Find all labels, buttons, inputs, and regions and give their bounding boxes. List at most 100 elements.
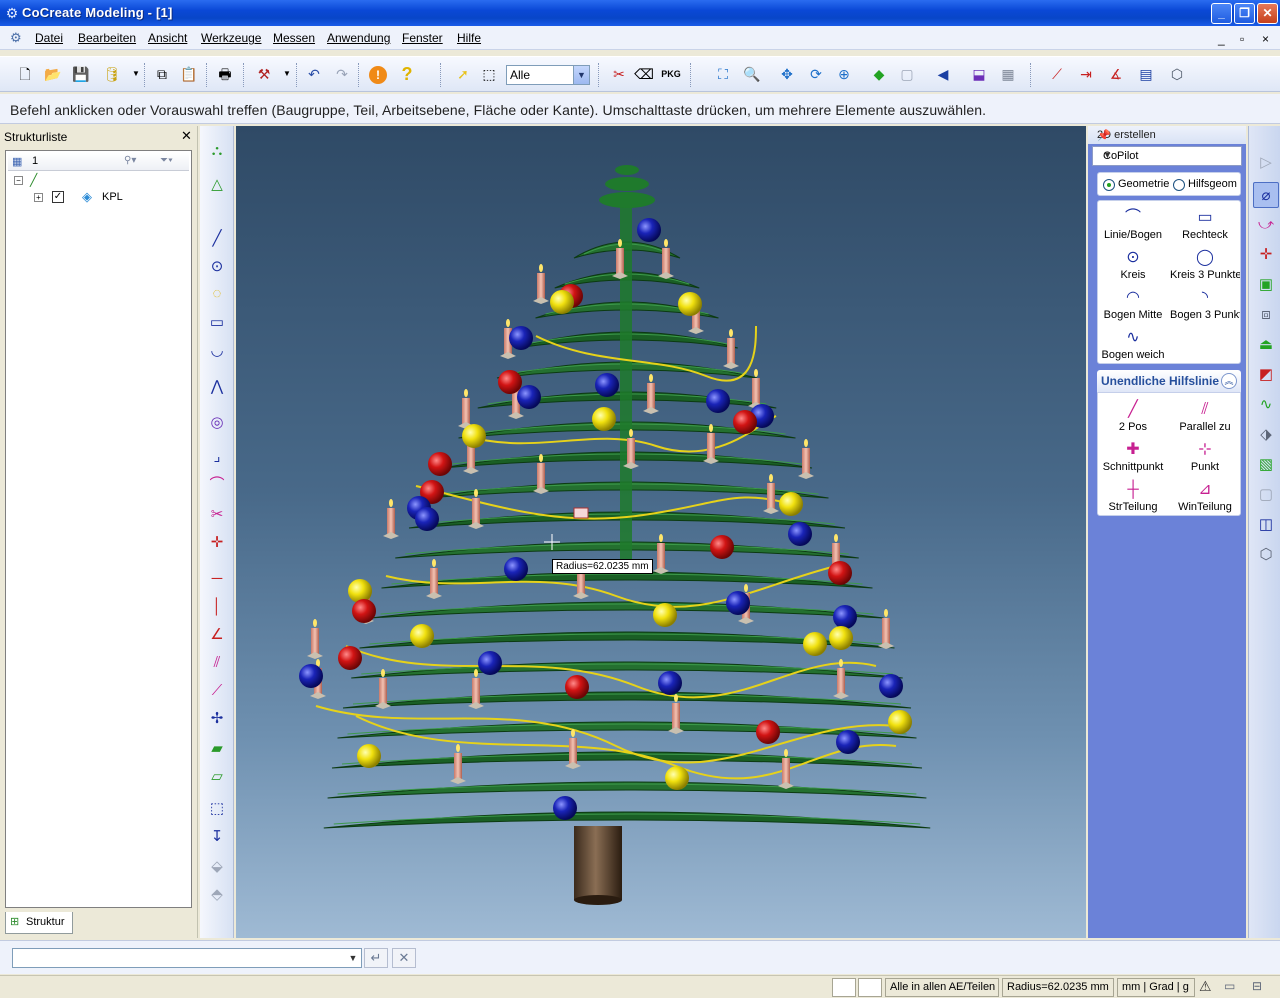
angle-construct-icon[interactable]: ∠: [204, 622, 230, 648]
status-scope[interactable]: Alle in allen AE/Teilen: [885, 978, 999, 997]
feature-icon[interactable]: ⏏: [1253, 332, 1279, 358]
visibility-checkbox[interactable]: ✓: [52, 191, 64, 203]
minimize-button[interactable]: _: [1211, 3, 1232, 24]
horizontal-construct-icon[interactable]: ─: [204, 566, 230, 592]
christmas-tree-model[interactable]: [236, 126, 1086, 938]
fillet-tool-icon[interactable]: ⌒: [204, 472, 230, 498]
mill-icon[interactable]: ▱: [204, 764, 230, 790]
tool-bogen-weich[interactable]: ∿ Bogen weich: [1098, 327, 1168, 362]
chevron-down-icon[interactable]: ▼: [345, 949, 361, 967]
point-construct-icon[interactable]: ✢: [204, 706, 230, 732]
tool-rechteck[interactable]: ▭ Rechteck: [1170, 207, 1240, 242]
line-tool-icon[interactable]: ╱: [204, 226, 230, 252]
tool-kreis-3-punkte[interactable]: ◯ Kreis 3 Punkte: [1170, 247, 1240, 282]
mdi-close-button[interactable]: ×: [1262, 32, 1269, 46]
print-icon[interactable]: 🖶: [214, 63, 236, 85]
paste-icon[interactable]: 📋: [178, 63, 200, 85]
status-units[interactable]: mm | Grad | g: [1117, 978, 1195, 997]
settings-dropdown-icon[interactable]: ▼: [276, 63, 298, 85]
collapse-chevron-icon[interactable]: ︽: [1221, 373, 1237, 389]
circle-tool-icon[interactable]: ⊙: [204, 254, 230, 280]
tool-kreis[interactable]: ⊙ Kreis: [1098, 247, 1168, 282]
filter-funnel-icon[interactable]: ⏷▾: [160, 155, 173, 166]
maximize-button[interactable]: ❐: [1234, 3, 1255, 24]
surface-icon[interactable]: ▧: [1253, 452, 1279, 478]
structure-hierarchy-icon[interactable]: ⛬: [204, 138, 230, 164]
mdi-minimize-button[interactable]: _: [1218, 32, 1225, 46]
zoom-in-icon[interactable]: ⊕: [833, 63, 855, 85]
split-tool-icon[interactable]: ✛: [204, 530, 230, 556]
2d-create-icon[interactable]: ⌀: [1253, 182, 1279, 208]
fit-view-icon[interactable]: ⛶: [712, 63, 734, 85]
warning-icon[interactable]: ⚠: [1199, 978, 1212, 995]
calculator-icon[interactable]: ▤: [1135, 63, 1157, 85]
workplane-tool-icon[interactable]: △: [204, 172, 230, 198]
save-disk-icon[interactable]: 💾: [70, 63, 92, 85]
play-icon[interactable]: ▷: [1253, 150, 1279, 176]
cancel-command-button[interactable]: ✕: [392, 948, 416, 968]
expand-node-icon[interactable]: +: [34, 193, 43, 202]
radio-geometrie[interactable]: [1103, 179, 1115, 191]
3d-viewport[interactable]: Radius=62.0235 mm: [236, 126, 1086, 938]
block-icon[interactable]: ◩: [1253, 362, 1279, 388]
corner-tool-icon[interactable]: ⌟: [204, 444, 230, 470]
2d-modify-icon[interactable]: ⤻: [1253, 212, 1279, 238]
undo-icon[interactable]: ↶: [303, 63, 325, 85]
polyline-tool-icon[interactable]: ⋀: [204, 374, 230, 400]
3d-model-icon[interactable]: ⧈: [1253, 302, 1279, 328]
document-gear-icon[interactable]: ⚙: [10, 30, 26, 46]
tangent-construct-icon[interactable]: ⟋: [204, 678, 230, 704]
close-button[interactable]: ✕: [1257, 3, 1278, 24]
assembly-icon[interactable]: ⬡: [1253, 542, 1279, 568]
hilfslinie-section-header[interactable]: Unendliche Hilfslinie ︽: [1097, 370, 1241, 392]
tool-bogen-mitte[interactable]: ◠ Bogen Mitte: [1098, 287, 1168, 322]
selection-filter-select[interactable]: Alle ▼: [506, 65, 590, 85]
zoom-window-icon[interactable]: 🔍: [741, 63, 763, 85]
find-binoculars-icon[interactable]: ⚲▾: [124, 155, 136, 166]
copilot-select[interactable]: CoPilot ▼: [1092, 146, 1242, 166]
dimension-icon[interactable]: ↧: [204, 824, 230, 850]
offset-tool-icon[interactable]: ◎: [204, 410, 230, 436]
menu-anwendung[interactable]: Anwendung: [327, 31, 390, 45]
delete-geometry-icon[interactable]: ✂: [608, 63, 630, 85]
measure-angle-icon[interactable]: ∡: [1105, 63, 1127, 85]
info-icon[interactable]: !: [367, 63, 389, 85]
tool-strteilung[interactable]: ┼ StrTeilung: [1098, 479, 1168, 514]
package-icon[interactable]: PKG: [660, 63, 682, 85]
dotted-rectangle-icon[interactable]: ⬚: [204, 796, 230, 822]
section-view-icon[interactable]: ⬓: [968, 63, 990, 85]
trim-tool-icon[interactable]: ✂: [204, 502, 230, 528]
annotation-icon[interactable]: ▢: [1253, 482, 1279, 508]
parallel-construct-icon[interactable]: ⫽: [204, 650, 230, 676]
select-box-icon[interactable]: ⬚: [478, 63, 500, 85]
menu-datei[interactable]: Datei: [35, 31, 63, 45]
menu-bearbeiten[interactable]: Bearbeiten: [78, 31, 136, 45]
shaded-view-icon[interactable]: ◆: [868, 63, 890, 85]
disabled-tool-2-icon[interactable]: ⬘: [204, 882, 230, 908]
erase-icon[interactable]: ⌫: [633, 63, 655, 85]
tool-linie-bogen[interactable]: ⌒ Linie/Bogen: [1098, 207, 1168, 242]
disabled-tool-icon[interactable]: ⬙: [204, 854, 230, 880]
tool-2-pos[interactable]: ╱ 2 Pos: [1098, 399, 1168, 434]
mdi-restore-button[interactable]: ▫: [1240, 32, 1244, 46]
tool-punkt[interactable]: ⊹ Punkt: [1170, 439, 1240, 474]
spline-icon[interactable]: ∿: [1253, 392, 1279, 418]
extrude-icon[interactable]: ▰: [204, 736, 230, 762]
radio-geometrie-label[interactable]: Geometrie: [1118, 178, 1169, 190]
sheet-metal-icon[interactable]: ⬗: [1253, 422, 1279, 448]
profile-icon[interactable]: ▣: [1253, 272, 1279, 298]
menu-hilfe[interactable]: Hilfe: [457, 31, 481, 45]
measure-line-icon[interactable]: ⇥: [1075, 63, 1097, 85]
collapse-node-icon[interactable]: −: [14, 176, 23, 185]
radio-hilfsgeom-label[interactable]: Hilfsgeom: [1188, 178, 1237, 190]
memory-icon[interactable]: ▭: [1224, 979, 1235, 993]
enter-command-button[interactable]: ↵: [364, 948, 388, 968]
redo-icon[interactable]: ↷: [331, 63, 353, 85]
command-input[interactable]: ▼: [12, 948, 362, 968]
pan-view-icon[interactable]: ✥: [776, 63, 798, 85]
measure-distance-icon[interactable]: ⟋: [1046, 63, 1068, 85]
tree-root-label[interactable]: 1: [32, 155, 38, 167]
help-icon[interactable]: ?: [396, 63, 418, 85]
tool-winteilung[interactable]: ⊿ WinTeilung: [1170, 479, 1240, 514]
menu-fenster[interactable]: Fenster: [402, 31, 443, 45]
